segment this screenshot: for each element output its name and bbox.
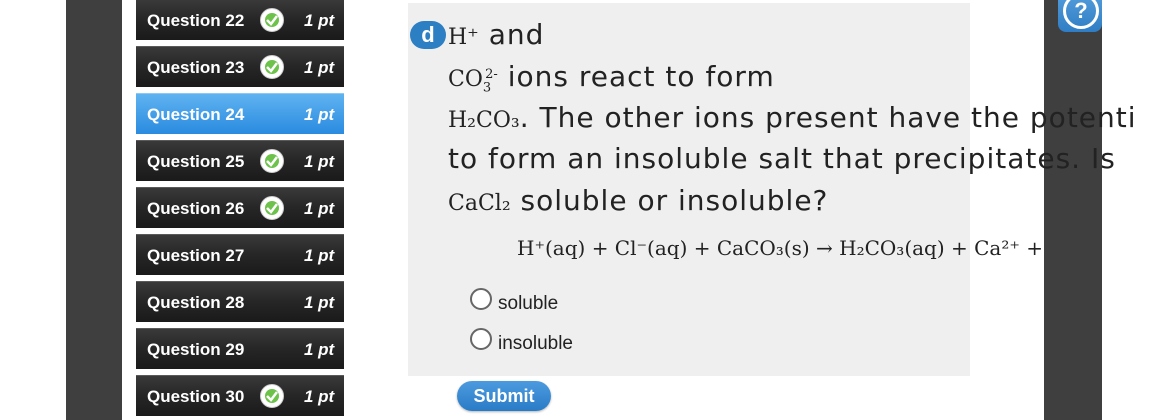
question-label: Question 28 <box>147 293 245 312</box>
question-label: Question 23 <box>147 58 245 77</box>
question-points: 1 pt <box>304 199 335 218</box>
question-text: ions react to form <box>497 60 775 93</box>
question-text: and <box>478 18 545 51</box>
sidebar-item-question-27[interactable]: Question 27 1 pt <box>136 234 344 275</box>
option-soluble-label[interactable]: soluble <box>498 293 558 315</box>
question-label: Question 27 <box>147 246 245 265</box>
frame-right <box>1102 0 1166 420</box>
check-icon <box>260 8 284 32</box>
chem-formula: H⁺ <box>448 25 479 50</box>
question-line-3: H₂CO₃. The other ions present have the p… <box>448 101 1137 134</box>
question-label: Question 24 <box>147 105 245 124</box>
question-text: . The other ions present have the potent… <box>519 101 1137 134</box>
frame-right-bezel <box>1044 0 1102 420</box>
sidebar-item-question-30[interactable]: Question 30 1 pt <box>136 375 344 416</box>
option-soluble-radio[interactable] <box>470 288 492 310</box>
question-line-2: CO32- ions react to form <box>448 60 775 95</box>
sidebar-item-question-28[interactable]: Question 28 1 pt <box>136 281 344 322</box>
question-label: Question 25 <box>147 152 245 171</box>
question-line-4: to form an insoluble salt that precipita… <box>448 142 1116 175</box>
submit-button[interactable]: Submit <box>457 381 551 411</box>
sidebar-item-question-25[interactable]: Question 25 1 pt <box>136 140 344 181</box>
sidebar-item-question-22[interactable]: Question 22 1 pt <box>136 0 344 40</box>
option-insoluble-radio[interactable] <box>470 328 492 350</box>
reaction-equation: H⁺(aq) + Cl⁻(aq) + CaCO₃(s) → H₂CO₃(aq) … <box>517 236 1044 260</box>
check-icon <box>260 196 284 220</box>
question-line-1: H⁺ and <box>448 18 544 51</box>
question-points: 1 pt <box>304 293 335 312</box>
check-icon <box>260 149 284 173</box>
sidebar-item-question-23[interactable]: Question 23 1 pt <box>136 46 344 87</box>
question-points: 1 pt <box>304 11 335 30</box>
help-icon: ? <box>1063 0 1099 29</box>
part-badge: d <box>410 21 446 49</box>
question-points: 1 pt <box>304 246 335 265</box>
question-text: to form an insoluble salt that precipita… <box>448 142 1116 175</box>
question-points: 1 pt <box>304 152 335 171</box>
sidebar-item-question-29[interactable]: Question 29 1 pt <box>136 328 344 369</box>
question-points: 1 pt <box>304 340 335 359</box>
chem-formula: CO32- <box>448 66 498 96</box>
question-points: 1 pt <box>304 105 335 124</box>
question-label: Question 30 <box>147 387 245 406</box>
sidebar-item-question-26[interactable]: Question 26 1 pt <box>136 187 344 228</box>
chem-formula: H₂CO₃ <box>448 108 520 133</box>
question-label: Question 22 <box>147 11 245 30</box>
frame-left <box>0 0 66 420</box>
chem-formula: CaCl₂ <box>448 191 511 216</box>
question-text: soluble or insoluble? <box>510 184 829 217</box>
check-icon <box>260 384 284 408</box>
question-label: Question 26 <box>147 199 245 218</box>
option-insoluble-label[interactable]: insoluble <box>498 333 573 355</box>
help-button[interactable]: ? <box>1058 0 1102 32</box>
frame-left-bezel <box>66 0 122 420</box>
question-label: Question 29 <box>147 340 245 359</box>
question-points: 1 pt <box>304 387 335 406</box>
panel-top-edge <box>408 0 970 3</box>
sidebar-item-question-24[interactable]: Question 24 1 pt <box>136 93 344 134</box>
question-line-5: CaCl₂ soluble or insoluble? <box>448 184 828 217</box>
check-icon <box>260 55 284 79</box>
question-points: 1 pt <box>304 58 335 77</box>
